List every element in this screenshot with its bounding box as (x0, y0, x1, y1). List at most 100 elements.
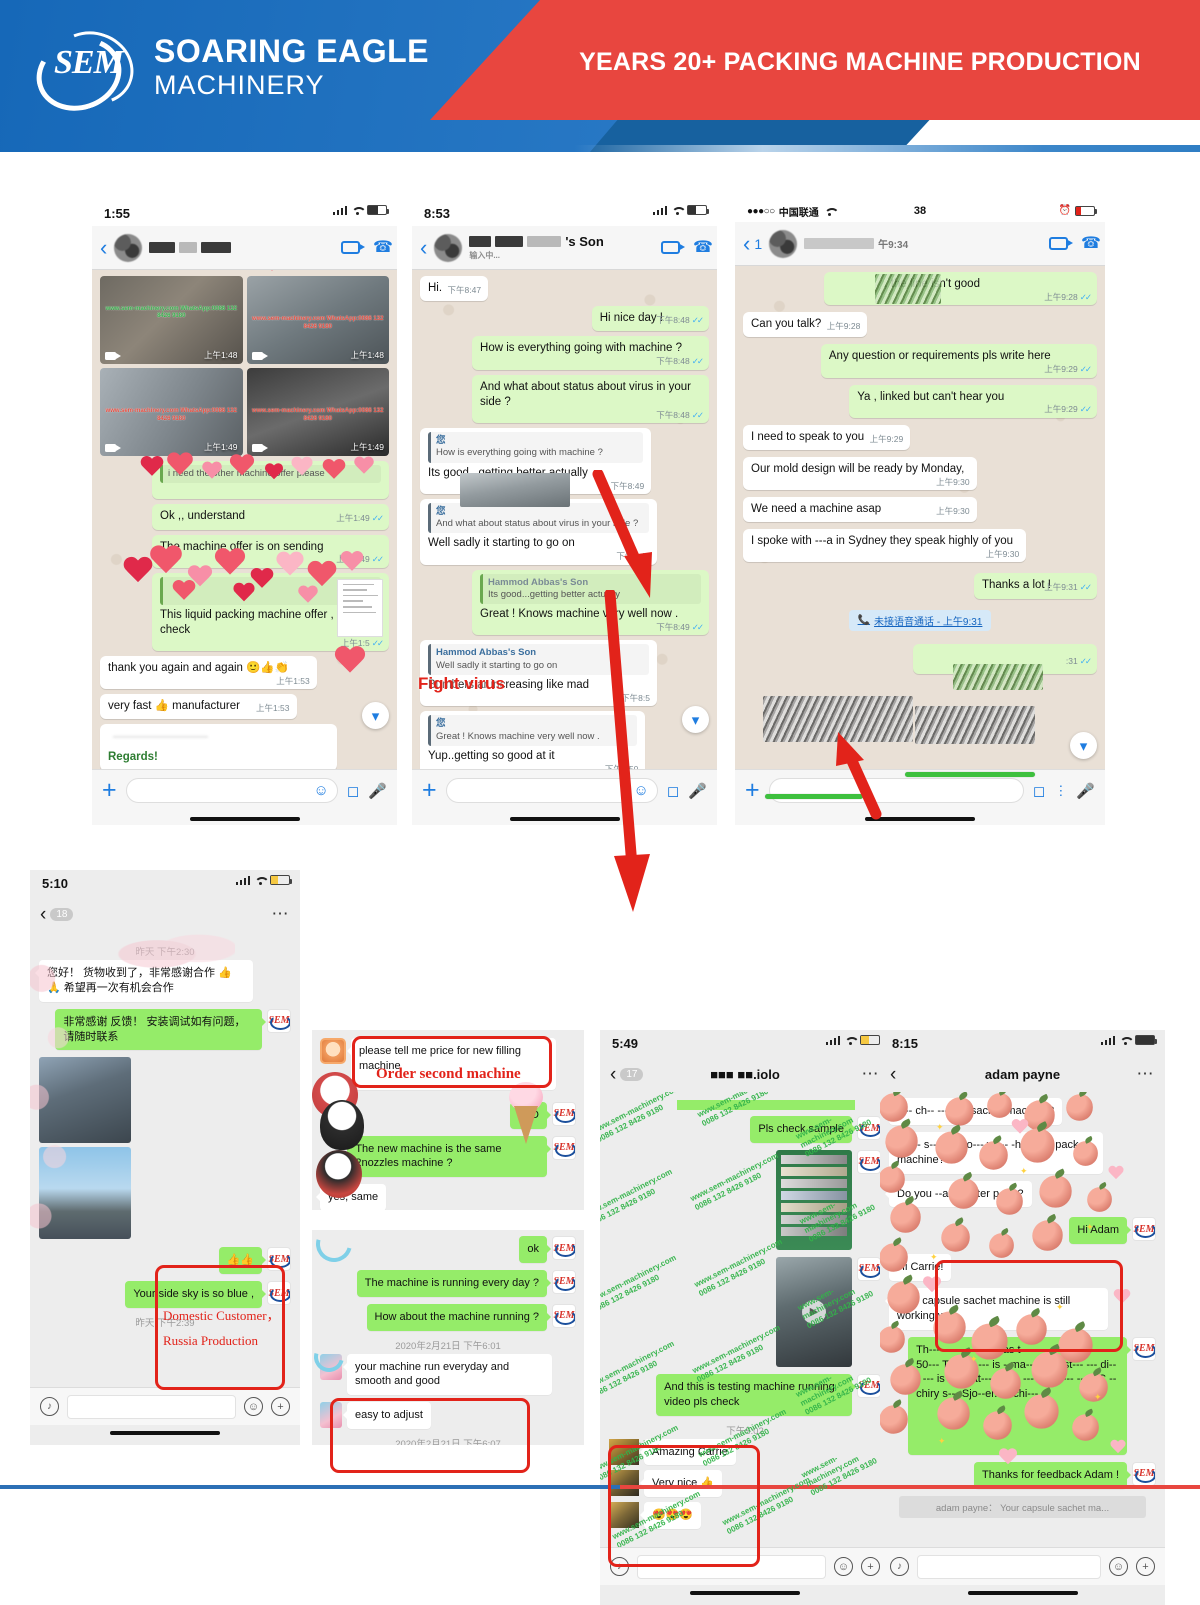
message-input[interactable]: ☺ (125, 778, 338, 803)
avatar[interactable]: SEM (267, 1008, 291, 1033)
microphone-icon[interactable]: 🎤 (368, 782, 387, 800)
back-icon[interactable]: ‹ (40, 905, 46, 924)
microphone-icon[interactable]: 🎤 (1076, 782, 1095, 800)
avatar[interactable] (434, 233, 463, 262)
message-preview-banner[interactable]: adam payne： Your capsule sachet ma... (899, 1495, 1146, 1518)
missed-call-badge[interactable]: 📞 未接语音通话 - 上午9:31 (848, 609, 992, 631)
back-icon[interactable]: ‹ (610, 1065, 616, 1084)
status-bar-8: 8:15 (880, 1030, 1165, 1056)
chat-title[interactable]: 's Son 输入中... (469, 234, 654, 261)
camera-icon[interactable]: ◻ (667, 782, 679, 800)
back-button[interactable]: ‹ 17 (610, 1065, 644, 1084)
emoji-icon[interactable]: ☺ (1109, 1557, 1128, 1576)
avatar[interactable] (320, 1038, 346, 1064)
more-options-icon[interactable]: ⋯ (1137, 1065, 1156, 1082)
signal-icon (652, 205, 667, 215)
avatar[interactable]: SEM (552, 1101, 576, 1126)
back-button[interactable]: ‹ 18 (40, 905, 74, 924)
avatar[interactable] (609, 1470, 639, 1497)
more-options-icon[interactable]: ⋮ (1054, 783, 1067, 799)
signal-icon (332, 205, 347, 215)
message-text: Your capsule sachet machine is still wor… (897, 1295, 1071, 1322)
avatar[interactable] (769, 229, 798, 258)
avatar[interactable]: SEM (1132, 1461, 1156, 1486)
message-bubble: Very nice 👍 (640, 1470, 722, 1498)
watermark: www.sem-machinery.com WhatsApp:0086 132 … (105, 305, 237, 320)
attach-icon[interactable]: + (102, 778, 117, 803)
emoji-icon[interactable]: ☺ (244, 1397, 263, 1416)
video-thumbnail[interactable]: www.sem-machinery.com WhatsApp:0086 132 … (100, 368, 243, 456)
video-message[interactable]: ▶ (776, 1256, 852, 1367)
avatar[interactable]: SEM (857, 1116, 881, 1140)
voice-call-icon[interactable]: ☎ (373, 239, 393, 256)
annotation-text-domestic: Domestic Customer， (163, 1308, 280, 1323)
video-call-icon[interactable] (1049, 237, 1073, 250)
scroll-to-bottom-button[interactable]: ▾ (362, 702, 389, 729)
play-icon[interactable]: ▶ (802, 1299, 826, 1324)
chat-title[interactable] (149, 242, 334, 253)
photo-message-sachets[interactable] (776, 1149, 852, 1250)
voice-record-icon[interactable]: ♪ (890, 1557, 909, 1576)
add-icon[interactable]: + (1136, 1557, 1155, 1576)
message-input[interactable] (637, 1554, 826, 1579)
attach-icon[interactable]: + (745, 778, 760, 803)
video-thumbnail[interactable]: www.sem-machinery.com WhatsApp:0086 132 … (246, 276, 389, 364)
attach-icon[interactable]: + (422, 778, 437, 803)
avatar[interactable]: SEM (267, 1247, 291, 1272)
chat-title[interactable]: 午9:34 (804, 236, 1042, 251)
camera-icon[interactable]: ◻ (347, 782, 359, 800)
unread-count[interactable]: 1 (754, 236, 762, 252)
more-options-icon[interactable]: ⋯ (272, 905, 291, 922)
avatar[interactable]: SEM (857, 1373, 881, 1398)
avatar[interactable]: SEM (552, 1269, 576, 1294)
message-input[interactable] (768, 778, 1024, 803)
avatar[interactable]: SEM (1132, 1217, 1156, 1242)
back-icon[interactable]: ‹ (743, 232, 750, 255)
avatar[interactable]: SEM (857, 1149, 881, 1174)
avatar[interactable]: SEM (552, 1303, 576, 1328)
video-call-icon[interactable] (341, 241, 365, 254)
video-thumbnail[interactable]: www.sem-machinery.com WhatsApp:0086 132 … (246, 368, 389, 456)
alarm-icon: ⏰ (1058, 205, 1071, 216)
message-input[interactable] (67, 1394, 236, 1419)
sticker-icon[interactable]: ☺ (314, 782, 329, 799)
voice-call-icon[interactable]: ☎ (1081, 235, 1101, 252)
message-bubble: 非常感谢 反馈！ 安装调试如有问题， 请随时联系 (55, 1008, 266, 1051)
voice-call-icon[interactable]: ☎ (693, 239, 713, 256)
scroll-to-bottom-button[interactable]: ▾ (682, 706, 709, 733)
avatar[interactable]: SEM (1132, 1336, 1156, 1361)
unread-count: 17 (620, 1067, 644, 1081)
machine-photo-thumbnail[interactable] (460, 473, 570, 507)
voice-record-icon[interactable]: ♪ (610, 1557, 629, 1576)
avatar[interactable] (609, 1502, 639, 1529)
scroll-to-bottom-button[interactable]: ▾ (1070, 732, 1097, 759)
add-icon[interactable]: + (861, 1557, 880, 1576)
avatar[interactable] (114, 233, 143, 262)
avatar[interactable] (609, 1438, 639, 1465)
avatar[interactable]: SEM (267, 1281, 291, 1306)
status-time: 8:53 (424, 205, 451, 221)
back-icon[interactable]: ‹ (420, 236, 427, 259)
message-list-1: www.sem-machinery.com WhatsApp:0086 132 … (92, 270, 397, 769)
camera-icon[interactable]: ◻ (1033, 782, 1045, 800)
message-text: easy to adjust (355, 1409, 423, 1422)
microphone-icon[interactable]: 🎤 (688, 782, 707, 800)
message-text: Pls check sample (758, 1123, 844, 1135)
emoji-icon[interactable]: ☺ (834, 1557, 853, 1576)
video-call-icon[interactable] (661, 241, 685, 254)
add-icon[interactable]: + (271, 1397, 290, 1416)
document-preview[interactable] (337, 578, 383, 637)
back-button[interactable]: ‹ (890, 1065, 896, 1084)
avatar[interactable]: SEM (552, 1236, 576, 1260)
avatar[interactable] (320, 1402, 342, 1429)
avatar[interactable]: SEM (857, 1256, 881, 1281)
chat-header-4: ‹ 18 ⋯ (30, 896, 300, 932)
voice-record-icon[interactable]: ♪ (40, 1397, 59, 1416)
more-options-icon[interactable]: ⋯ (862, 1065, 881, 1082)
message-input[interactable] (917, 1554, 1101, 1579)
annotation-text-russia: Russia Production (163, 1333, 258, 1348)
avatar[interactable]: SEM (552, 1135, 576, 1160)
video-thumbnail[interactable]: www.sem-machinery.com WhatsApp:0086 132 … (100, 276, 243, 364)
back-icon[interactable]: ‹ (890, 1065, 896, 1084)
back-icon[interactable]: ‹ (100, 236, 107, 259)
